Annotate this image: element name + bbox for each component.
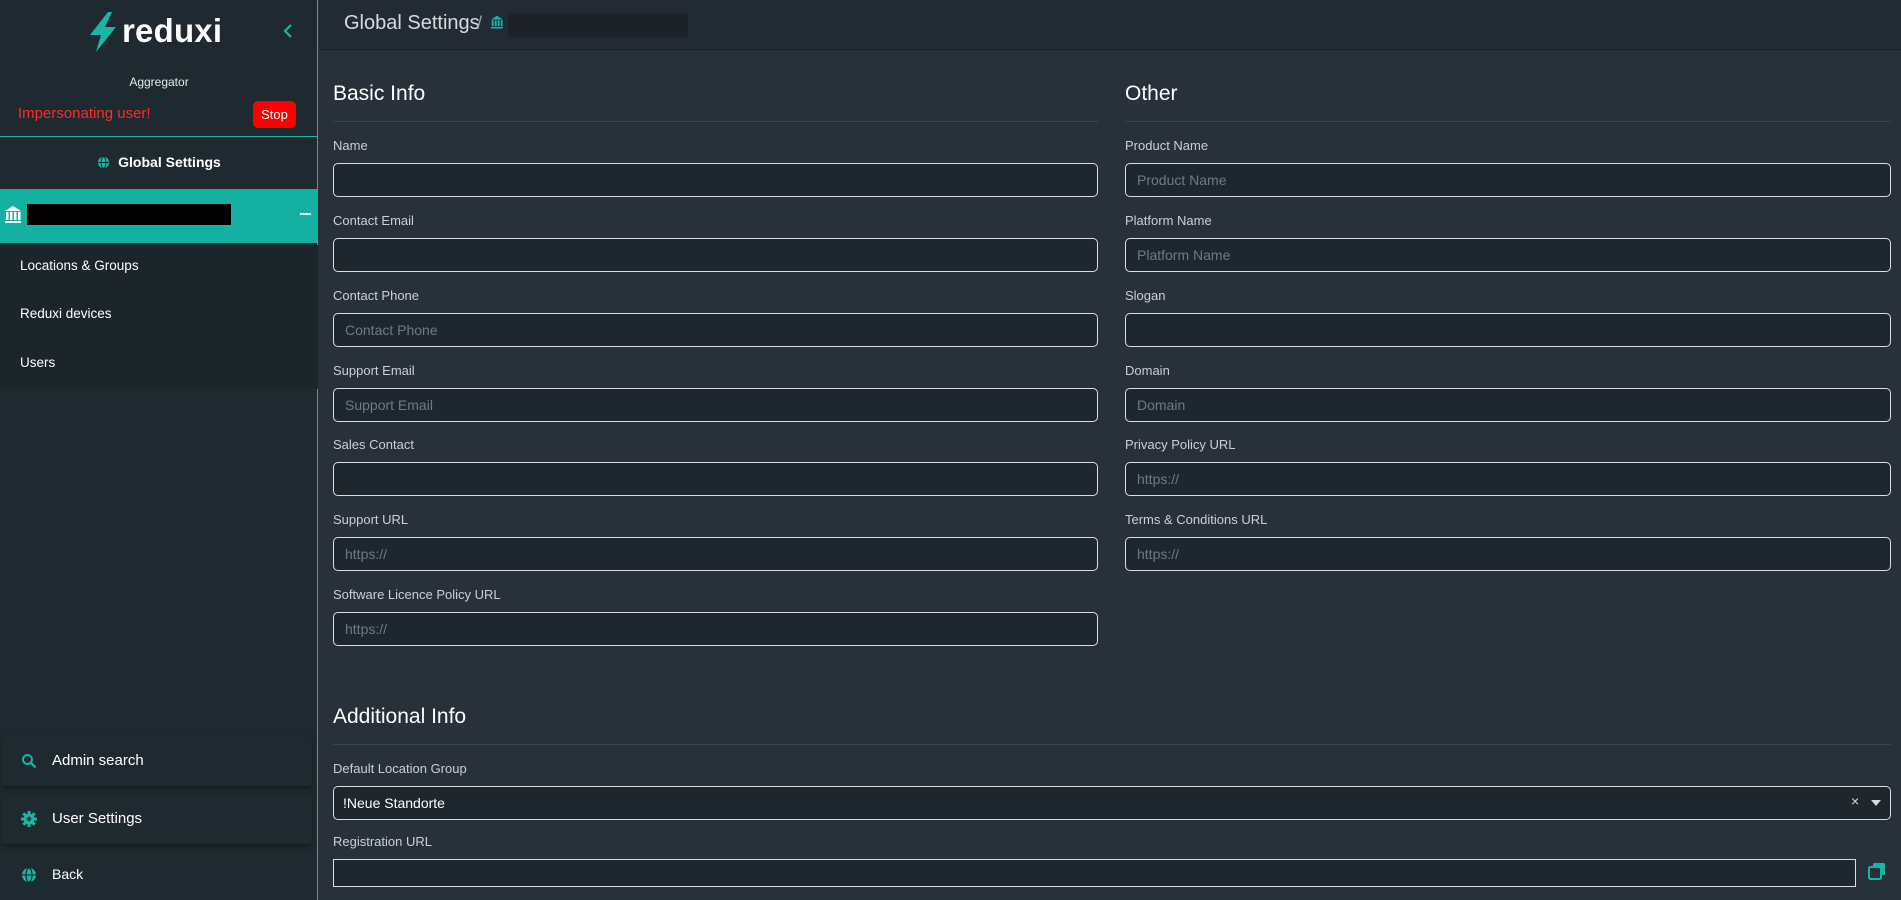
- bank-icon: [5, 206, 21, 223]
- sidebar-item-reduxi-devices[interactable]: Reduxi devices: [20, 306, 112, 321]
- slogan-label: Slogan: [1125, 288, 1166, 303]
- sidebar-submenu: Locations & Groups Reduxi devices Users: [0, 245, 318, 389]
- sidebar-item-users[interactable]: Users: [20, 355, 55, 370]
- bank-icon: [491, 15, 503, 29]
- logo-text: reduxi: [122, 12, 223, 49]
- support-email-field[interactable]: [333, 388, 1098, 422]
- other-title: Other: [1125, 82, 1178, 105]
- domain-label: Domain: [1125, 363, 1170, 378]
- copy-icon[interactable]: [1868, 862, 1886, 880]
- user-settings-label: User Settings: [52, 810, 143, 827]
- slogan-field[interactable]: [1125, 313, 1891, 347]
- back-button[interactable]: Back: [2, 852, 312, 898]
- name-field[interactable]: [333, 163, 1098, 197]
- terms-conditions-url-field[interactable]: [1125, 537, 1891, 571]
- sidebar-item-label: Global Settings: [118, 154, 221, 170]
- globe-icon: [97, 155, 110, 169]
- logo[interactable]: reduxi: [0, 0, 318, 66]
- globe-icon: [22, 867, 36, 883]
- name-label: Name: [333, 138, 368, 153]
- admin-search-button[interactable]: Admin search: [2, 736, 312, 786]
- lightning-bolt-icon: [90, 12, 116, 52]
- software-licence-policy-url-label: Software Licence Policy URL: [333, 587, 501, 602]
- top-bar: Global Settings /: [319, 0, 1901, 50]
- chevron-left-icon[interactable]: [280, 22, 296, 40]
- contact-phone-field[interactable]: [333, 313, 1098, 347]
- basic-info-title: Basic Info: [333, 82, 426, 105]
- admin-search-label: Admin search: [52, 752, 144, 769]
- sales-contact-field[interactable]: [333, 462, 1098, 496]
- registration-url-field[interactable]: [333, 859, 1856, 887]
- privacy-policy-url-field[interactable]: [1125, 462, 1891, 496]
- select-value: !Neue Standorte: [343, 795, 445, 811]
- other-divider: [1125, 121, 1891, 122]
- breadcrumb-separator: /: [477, 13, 483, 33]
- clear-selection-icon[interactable]: ×: [1851, 793, 1859, 809]
- contact-phone-label: Contact Phone: [333, 288, 420, 303]
- platform-name-field[interactable]: [1125, 238, 1891, 272]
- sidebar-item-global-settings[interactable]: Global Settings: [0, 150, 318, 174]
- caret-down-icon[interactable]: [1871, 800, 1881, 806]
- software-licence-policy-url-field[interactable]: [333, 612, 1098, 646]
- privacy-policy-url-label: Privacy Policy URL: [1125, 437, 1236, 452]
- additional-info-divider: [333, 744, 1891, 745]
- user-settings-button[interactable]: User Settings: [2, 794, 312, 844]
- sidebar: reduxi Aggregator Impersonating user! St…: [0, 0, 318, 900]
- sidebar-item-locations-groups[interactable]: Locations & Groups: [20, 258, 139, 273]
- basic-info-divider: [333, 121, 1098, 122]
- product-name-field[interactable]: [1125, 163, 1891, 197]
- platform-name-label: Platform Name: [1125, 213, 1212, 228]
- back-label: Back: [52, 866, 84, 882]
- support-url-label: Support URL: [333, 512, 409, 527]
- contact-email-field[interactable]: [333, 238, 1098, 272]
- role-label: Aggregator: [129, 75, 189, 89]
- sales-contact-label: Sales Contact: [333, 437, 414, 452]
- default-location-group-select[interactable]: !Neue Standorte ×: [333, 786, 1891, 820]
- additional-info-title: Additional Info: [333, 705, 467, 728]
- redacted-breadcrumb-item: [508, 13, 688, 37]
- terms-conditions-url-label: Terms & Conditions URL: [1125, 512, 1268, 527]
- collapse-minus-icon[interactable]: [300, 213, 311, 215]
- product-name-label: Product Name: [1125, 138, 1209, 153]
- gear-icon: [21, 811, 37, 827]
- divider: [0, 136, 318, 137]
- redacted-organization-name: [27, 204, 231, 225]
- search-icon: [22, 754, 37, 769]
- breadcrumb-root[interactable]: Global Settings: [344, 12, 480, 35]
- registration-url-label: Registration URL: [333, 834, 432, 849]
- contact-email-label: Contact Email: [333, 213, 414, 228]
- support-email-label: Support Email: [333, 363, 415, 378]
- support-url-field[interactable]: [333, 537, 1098, 571]
- stop-impersonation-button[interactable]: Stop: [253, 101, 296, 128]
- domain-field[interactable]: [1125, 388, 1891, 422]
- default-location-group-label: Default Location Group: [333, 761, 467, 776]
- impersonation-warning: Impersonating user!: [18, 105, 151, 122]
